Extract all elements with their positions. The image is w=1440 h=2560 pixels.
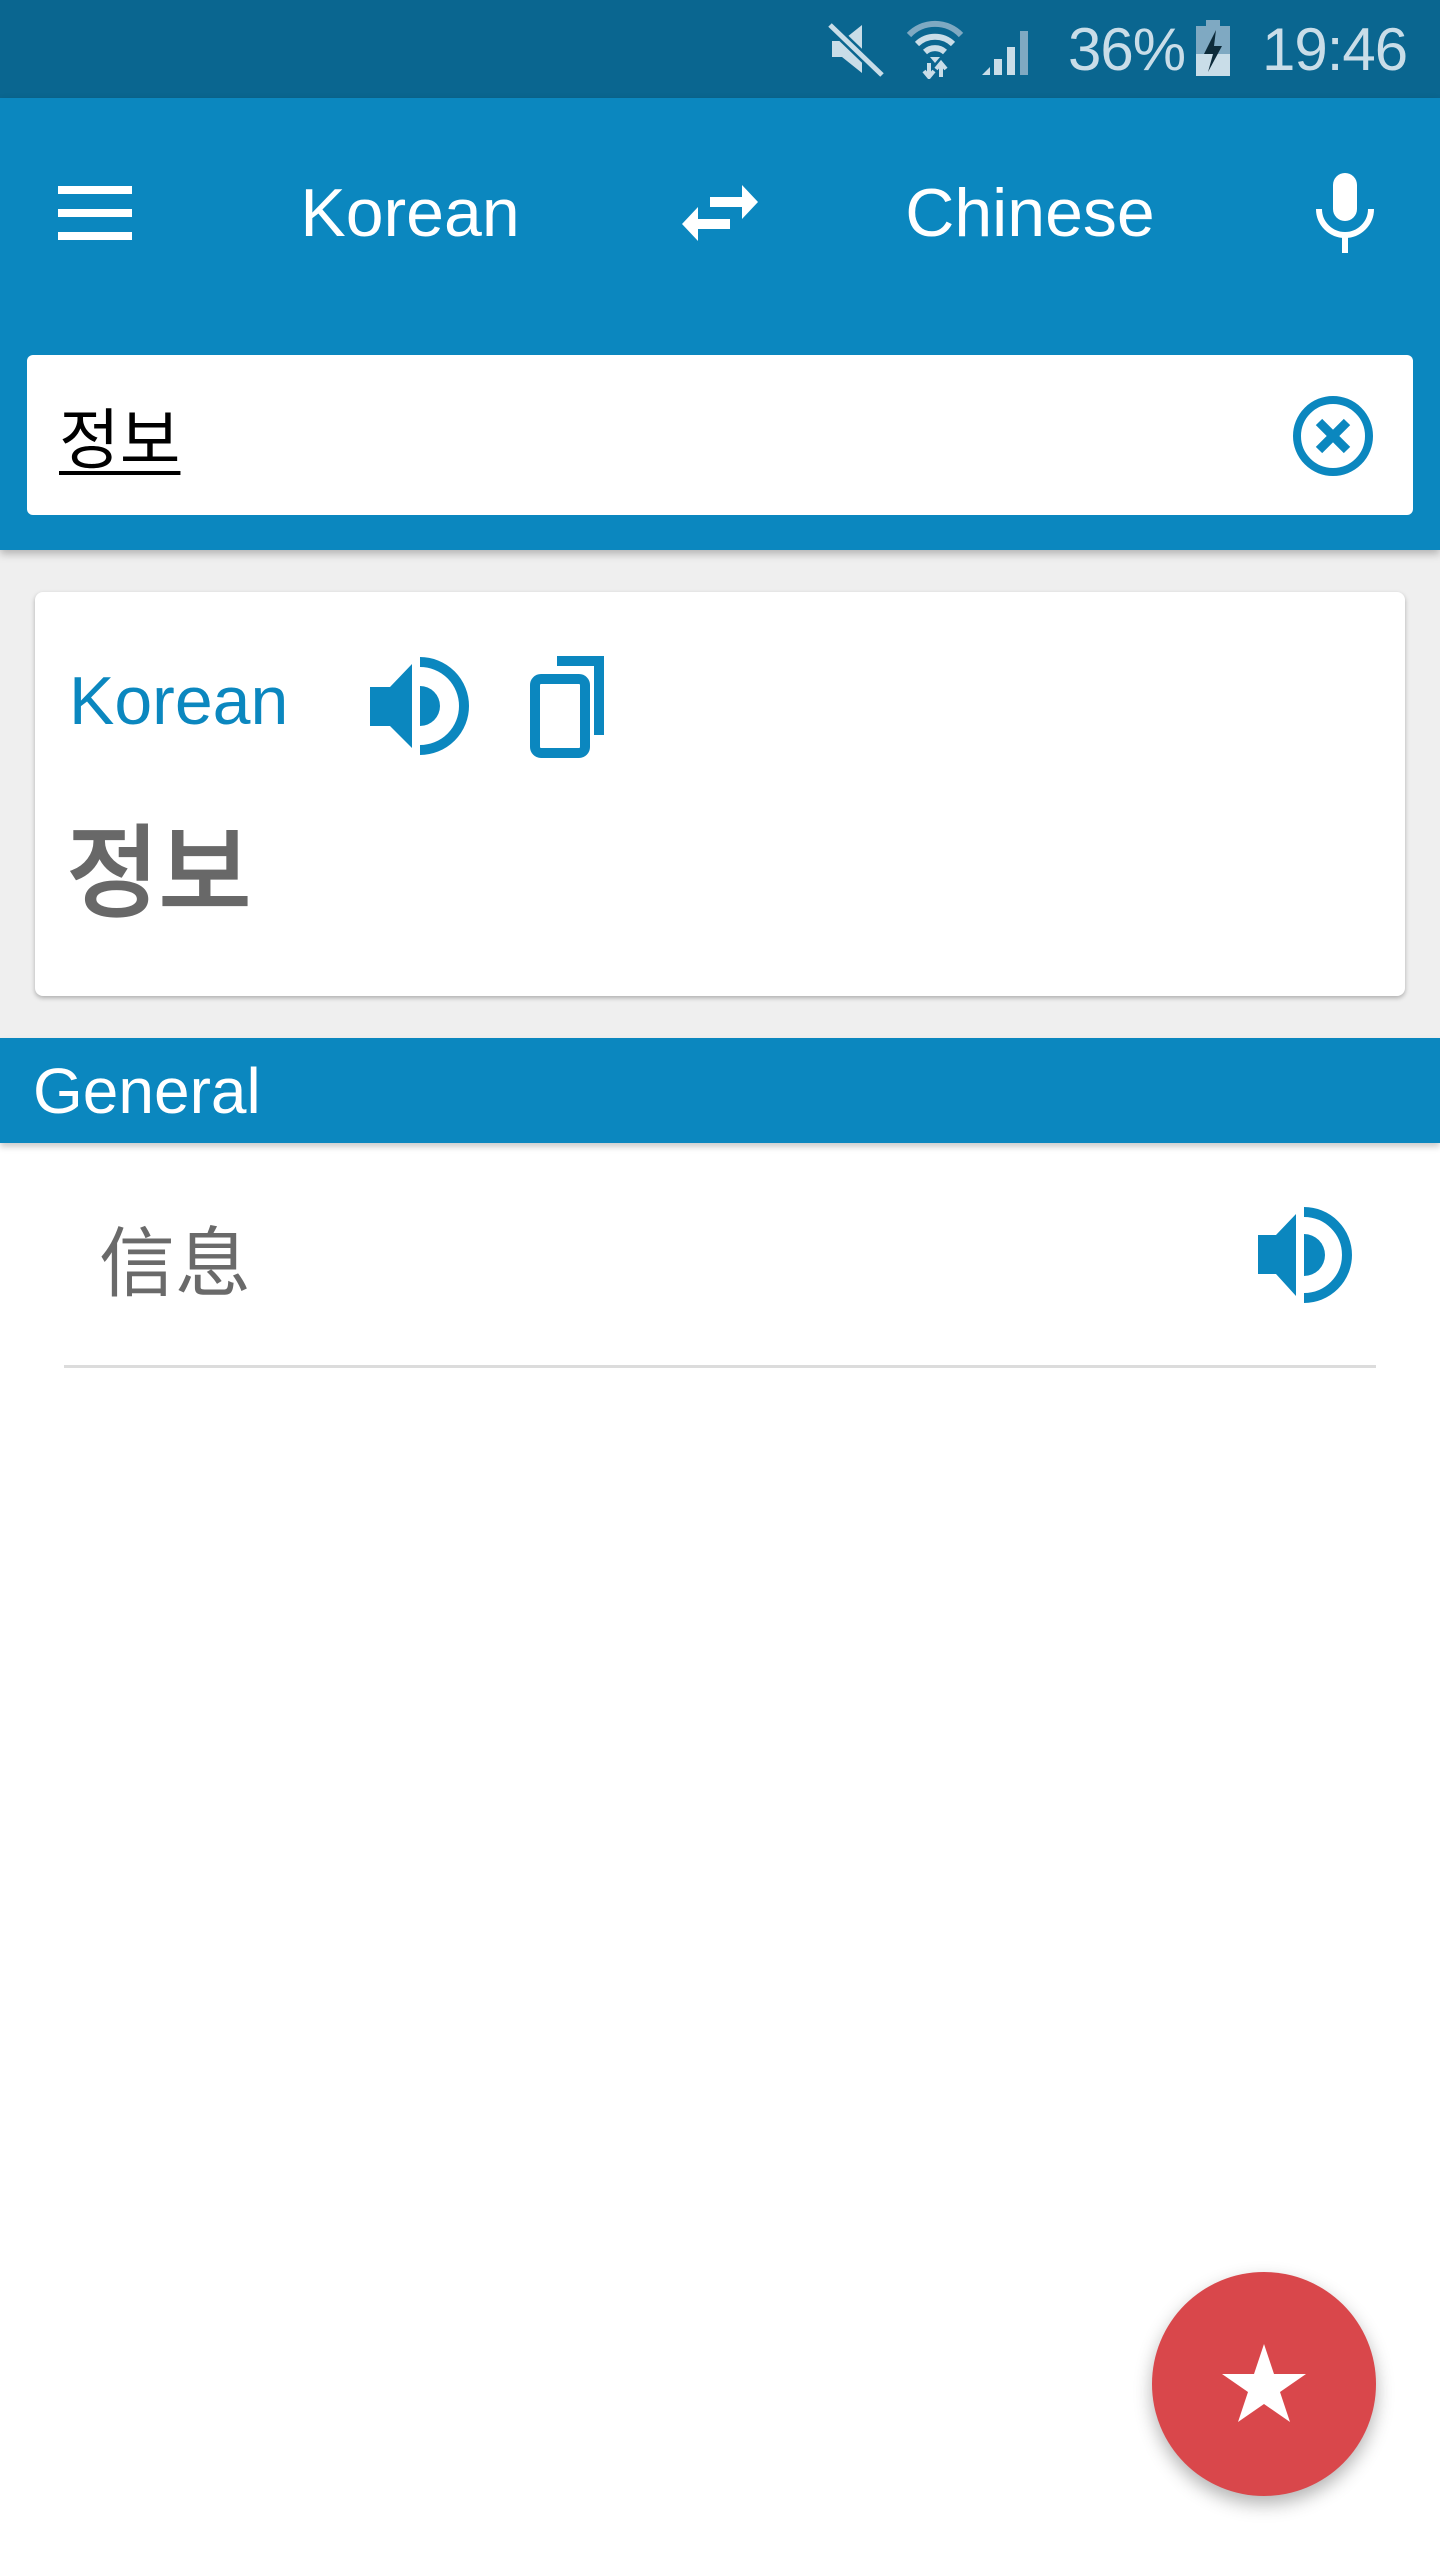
battery-charging-icon	[1196, 0, 1230, 98]
clock: 19:46	[1262, 15, 1408, 83]
battery-percent: 36%	[1068, 15, 1186, 83]
favorite-fab-button[interactable]	[1152, 2272, 1376, 2496]
speaker-icon	[370, 657, 469, 755]
clear-circle-x-icon	[1293, 396, 1373, 476]
signal-icon	[980, 0, 1036, 98]
mute-icon	[826, 0, 886, 98]
source-language-label: Korean	[69, 663, 289, 739]
clear-search-button[interactable]	[1283, 386, 1383, 486]
swap-arrows-icon	[682, 185, 758, 241]
menu-button[interactable]	[40, 158, 150, 268]
copy-icon	[530, 656, 604, 758]
hamburger-menu-icon	[58, 186, 132, 240]
target-language-selector[interactable]: Chinese	[860, 158, 1200, 268]
translation-list-item[interactable]: 信息	[64, 1160, 1376, 1368]
speaker-icon	[1258, 1207, 1352, 1303]
section-title: General	[33, 1054, 261, 1127]
speak-source-button[interactable]	[360, 652, 470, 762]
app-toolbar: Korean Chinese 정보	[0, 98, 1440, 550]
wifi-icon	[905, 0, 965, 98]
source-language-selector[interactable]: Korean	[250, 158, 570, 268]
search-box: 정보	[27, 355, 1413, 515]
microphone-icon	[1316, 173, 1374, 253]
voice-input-button[interactable]	[1290, 153, 1400, 273]
translation-text: 信息	[99, 1219, 251, 1308]
status-bar: 36% 19:46	[0, 0, 1440, 98]
copy-button[interactable]	[515, 647, 635, 767]
search-input[interactable]: 정보	[59, 385, 1209, 485]
speak-translation-button[interactable]	[1244, 1200, 1354, 1310]
source-word-card: Korean 정보	[35, 592, 1405, 996]
swap-languages-button[interactable]	[665, 158, 775, 268]
source-word: 정보	[67, 815, 251, 932]
section-header-general: General	[0, 1038, 1440, 1143]
star-icon	[1222, 2344, 1306, 2422]
